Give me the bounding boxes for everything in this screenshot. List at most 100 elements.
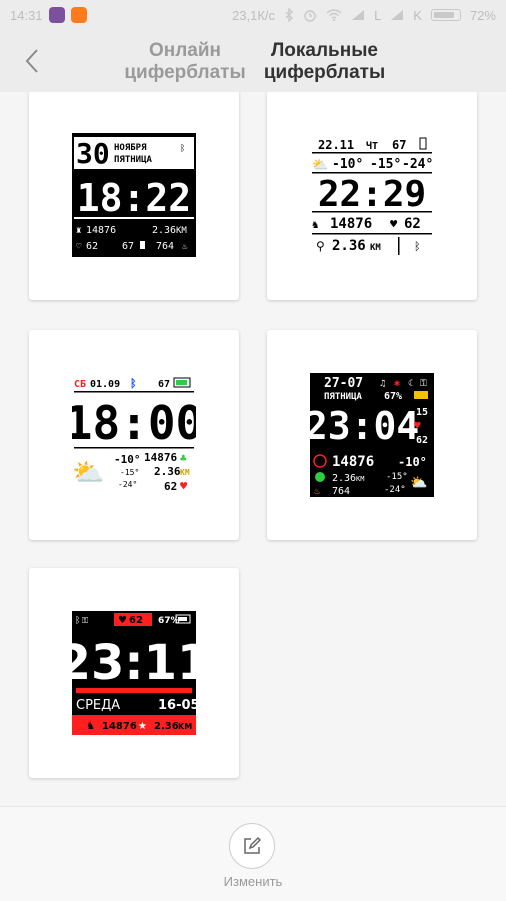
location-pin-icon: ⚲ <box>316 239 325 253</box>
heart-icon: ♥ <box>118 615 127 626</box>
wifi-icon <box>326 9 342 21</box>
face5-weekday: СРЕДА <box>76 698 120 713</box>
bell-icon: ♫ <box>380 379 385 389</box>
face1-calories: 764 <box>156 241 174 252</box>
tab-local-label-line1: Локальные <box>270 40 379 61</box>
progress-bar <box>76 688 192 693</box>
edit-button[interactable] <box>229 823 275 869</box>
viber-icon <box>48 7 65 23</box>
battery-icon <box>414 391 428 399</box>
status-bar-right: 23,1К/с L K 72% <box>232 8 496 23</box>
signal-icon <box>391 10 404 20</box>
face1-distance-unit: KM <box>176 226 187 236</box>
face2-temp-min: -24° <box>402 157 433 172</box>
clover-icon: ♣ <box>180 452 187 465</box>
network-speed: 23,1К/с <box>232 7 276 23</box>
header: Онлайн циферблаты Локальные циферблаты <box>0 30 506 92</box>
alarm-icon <box>304 10 316 22</box>
bluetooth-icon <box>285 8 294 22</box>
face3-temp-min: -24° <box>118 480 137 489</box>
face4-temp: -10° <box>398 455 427 469</box>
watchface-preview-1: 30 НОЯБРЯ ПЯТНИЦА ᛒ 18:22 ♜ 14876 2.36 K… <box>72 133 196 257</box>
tab-online-label-line1: Онлайн <box>148 40 222 61</box>
star-icon: ★ <box>138 721 147 732</box>
chevron-left-icon <box>25 49 38 73</box>
heart-icon: ♥ <box>414 419 421 432</box>
face4-weekday: ПЯТНИЦА <box>324 392 363 402</box>
face3-time: 18:00 <box>72 396 196 450</box>
sim2-label: K <box>413 7 422 23</box>
face2-battery: 67 <box>392 138 406 152</box>
signal-icon <box>352 10 365 20</box>
watchface-card-3[interactable]: СБ 01.09 ᛒ 67 18:00 ⛅ -10° -15° -24° 148… <box>29 330 239 540</box>
face4-distance: 2.36 <box>332 473 356 484</box>
face4-distance-unit: KM <box>356 475 364 483</box>
app-icon <box>70 7 87 23</box>
face4-date: 27-07 <box>324 376 363 391</box>
face2-date: 22.11 <box>318 138 354 152</box>
face3-distance-unit: KM <box>180 468 190 477</box>
face5-distance-unit: KM <box>178 722 192 731</box>
face4-time: 23:04 <box>310 404 419 448</box>
shoe-icon: ♞ <box>86 721 95 732</box>
face3-temp: -10° <box>114 453 141 466</box>
tab-online-label-line2: циферблаты <box>124 62 246 83</box>
status-bar: 14:31 23,1К/с L K 72% <box>0 0 506 30</box>
battery-percent: 72% <box>469 7 496 23</box>
flame-icon: ♨ <box>182 242 188 252</box>
cloud-sun-icon: ⛅ <box>312 158 328 173</box>
status-time: 14:31 <box>10 7 43 23</box>
bluetooth-icon: ᛒ <box>75 615 80 626</box>
face2-weekday: ЧТ <box>366 140 378 152</box>
face3-heart: 62 <box>164 480 177 493</box>
watchface-card-2[interactable]: 22.11 ЧТ 67 ⛅ -10° -15° -24° 22:29 ♞ 148… <box>267 92 477 300</box>
watchface-card-1[interactable]: 30 НОЯБРЯ ПЯТНИЦА ᛒ 18:22 ♜ 14876 2.36 K… <box>29 92 239 300</box>
face1-month: НОЯБРЯ <box>114 143 147 153</box>
face2-temp: -10° <box>332 157 363 172</box>
watchface-preview-4: 27-07 ♫ ✱ ☾ ⚿ ПЯТНИЦА 67% 23:04 15 ♥ 62 … <box>310 373 434 497</box>
heart-icon: ♥ <box>390 217 398 231</box>
face1-date: 30 <box>76 137 110 170</box>
face3-battery: 67 <box>158 379 170 390</box>
back-button[interactable] <box>20 46 46 76</box>
watchface-preview-2: 22.11 ЧТ 67 ⛅ -10° -15° -24° 22:29 ♞ 148… <box>310 133 434 257</box>
face1-steps: 14876 <box>86 225 116 236</box>
edit-icon <box>244 836 262 854</box>
status-bar-left: 14:31 <box>10 7 87 23</box>
lock-icon: ⚿ <box>420 379 427 389</box>
cloud-sun-icon: ⛅ <box>410 475 427 491</box>
face2-distance: 2.36 <box>332 238 366 254</box>
flame-icon: ♨ <box>314 486 320 497</box>
tab-local-label-line2: циферблаты <box>263 62 386 83</box>
battery-icon <box>140 241 145 249</box>
lock-icon: ⚿ <box>82 616 88 625</box>
tab-local-watchfaces[interactable]: Локальные циферблаты <box>262 40 387 84</box>
bottom-bar: Изменить <box>0 806 506 901</box>
watchface-preview-3: СБ 01.09 ᛒ 67 18:00 ⛅ -10° -15° -24° 148… <box>72 373 196 497</box>
watchface-preview-5: ᛒ ⚿ ♥ 62 67% 23:11 СРЕДА 16-05 ♞ 14876 ★… <box>72 611 196 735</box>
face2-heart: 62 <box>404 216 421 232</box>
face2-temp-max: -15° <box>370 157 401 172</box>
heart-icon: ♥ <box>180 479 188 493</box>
sim1-label: L <box>374 7 382 23</box>
edit-label[interactable]: Изменить <box>0 874 506 889</box>
face4-seconds: 15 <box>416 407 428 418</box>
face4-battery: 67% <box>384 391 402 402</box>
bluetooth-icon: ✱ <box>394 378 400 389</box>
face3-temp-max: -15° <box>120 468 139 477</box>
watchface-grid: 30 НОЯБРЯ ПЯТНИЦА ᛒ 18:22 ♜ 14876 2.36 K… <box>0 92 506 806</box>
face5-time: 23:11 <box>72 635 196 691</box>
battery-icon <box>430 9 461 21</box>
face1-heart: 62 <box>86 241 98 252</box>
cloud-sun-icon: ⛅ <box>72 458 104 488</box>
face1-battery: 67 <box>122 241 134 252</box>
bluetooth-icon: ᛒ <box>130 377 137 390</box>
watchface-card-5[interactable]: ᛒ ⚿ ♥ 62 67% 23:11 СРЕДА 16-05 ♞ 14876 ★… <box>29 568 239 778</box>
face4-steps: 14876 <box>332 454 374 470</box>
face4-temp-min: -24° <box>384 485 406 495</box>
bluetooth-icon: ᛒ <box>180 143 185 154</box>
watchface-card-4[interactable]: 27-07 ♫ ✱ ☾ ⚿ ПЯТНИЦА 67% 23:04 15 ♥ 62 … <box>267 330 477 540</box>
shoe-icon: ♞ <box>312 218 319 231</box>
tab-online-watchfaces[interactable]: Онлайн циферблаты <box>120 40 250 84</box>
face5-distance: 2.36 <box>154 721 179 732</box>
